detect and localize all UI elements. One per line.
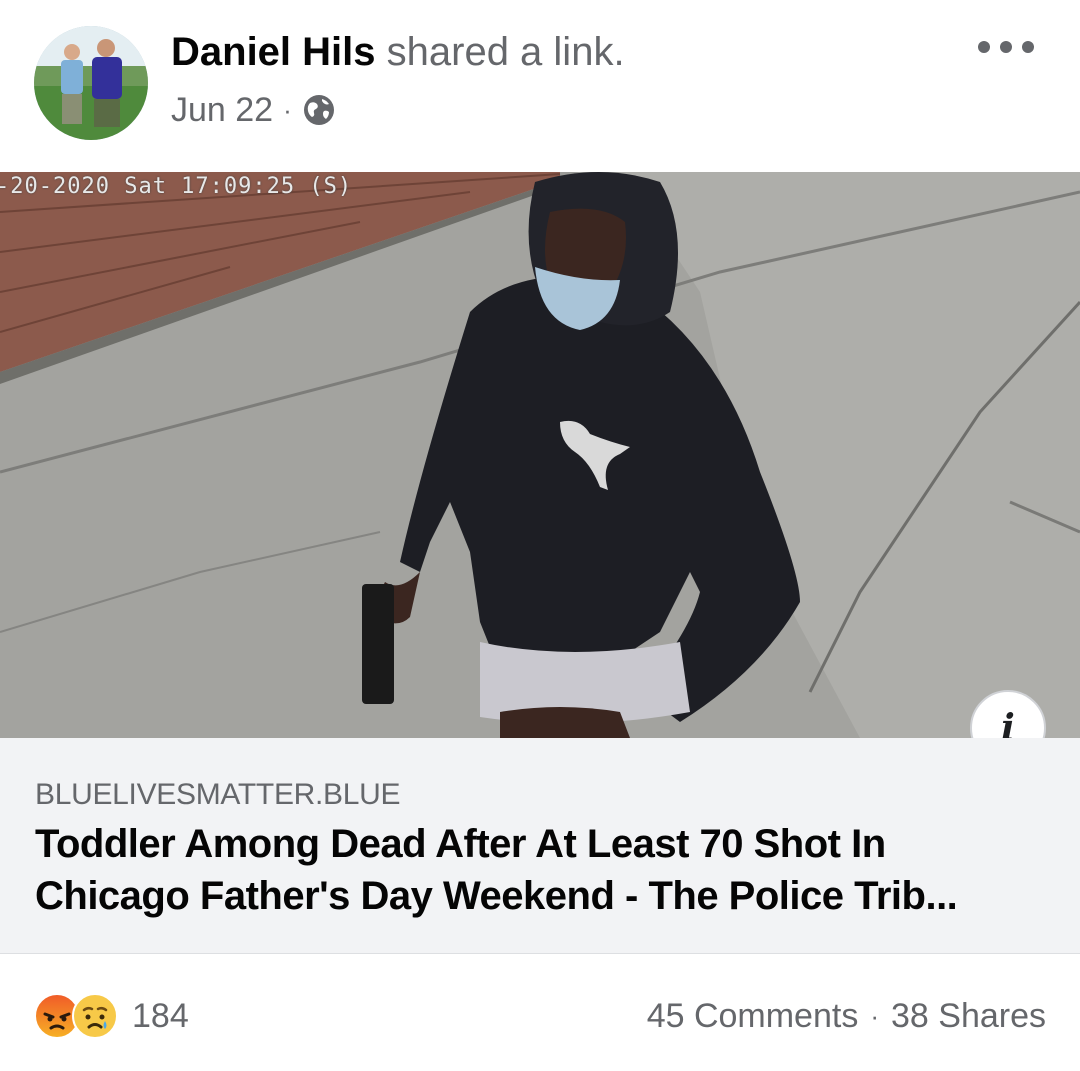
link-domain: BLUELIVESMATTER.BLUE (35, 778, 401, 811)
link-title: Toddler Among Dead After At Least 70 Sho… (35, 822, 958, 918)
post-action: shared a link. (386, 30, 625, 74)
post-header: Daniel Hils shared a link. Jun 22 · (0, 0, 1080, 170)
shares-link[interactable]: 38 Shares (891, 997, 1046, 1036)
author-avatar[interactable] (34, 26, 148, 140)
reaction-count: 184 (132, 996, 189, 1035)
dot-icon (978, 41, 990, 53)
link-preview[interactable]: BLUELIVESMATTER.BLUE Toddler Among Dead … (0, 738, 1080, 954)
reactions-summary[interactable]: 184 (34, 993, 189, 1039)
video-timestamp: -20-2020 Sat 17:09:25 (S) (0, 174, 353, 199)
globe-icon (302, 93, 336, 127)
author-name[interactable]: Daniel Hils (171, 30, 376, 74)
post-meta: Jun 22 · (171, 88, 336, 132)
post-footer: 184 45 Comments · 38 Shares (0, 955, 1080, 1071)
meta-separator: · (283, 95, 292, 125)
engagement-stats: 45 Comments · 38 Shares (647, 997, 1046, 1036)
comments-link[interactable]: 45 Comments (647, 997, 859, 1036)
sad-reaction-icon (72, 993, 118, 1039)
shared-link-image[interactable]: -20-2020 Sat 17:09:25 (S) (0, 172, 1080, 738)
author-line: Daniel Hils shared a link. (171, 28, 625, 76)
dot-icon (1022, 41, 1034, 53)
dot-icon (1000, 41, 1012, 53)
engagement-separator: · (870, 1001, 879, 1031)
post-date[interactable]: Jun 22 (171, 88, 273, 132)
more-options-icon[interactable] (978, 30, 1034, 64)
